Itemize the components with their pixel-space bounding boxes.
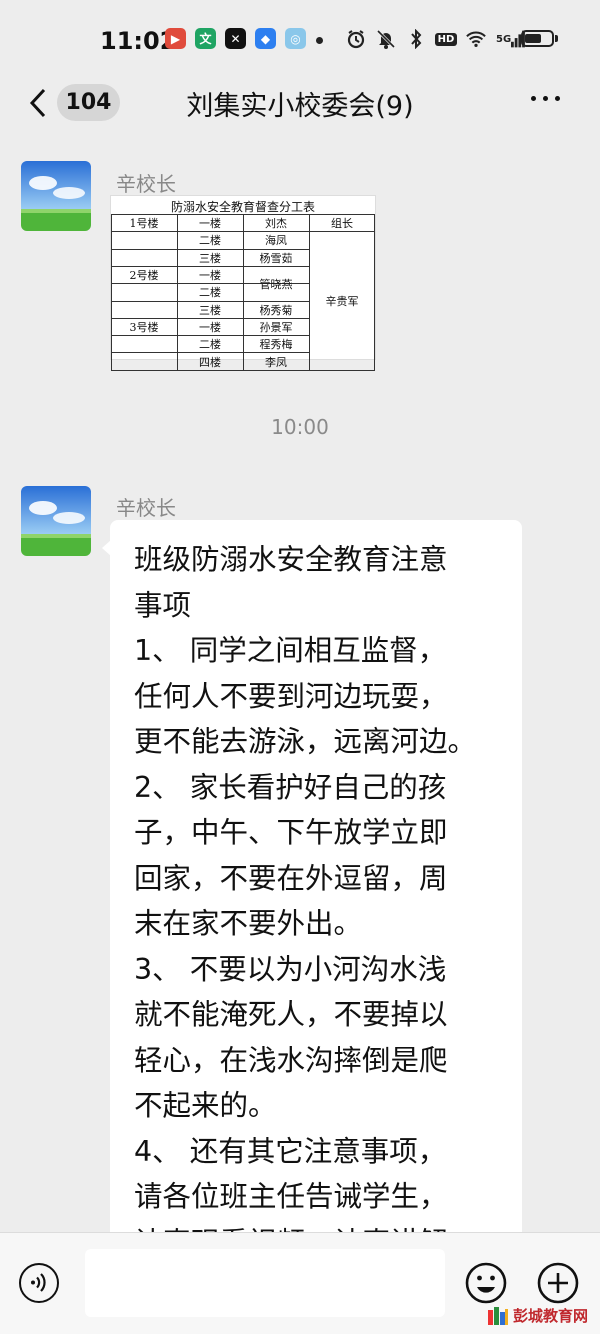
table-floor-cell: 四楼: [199, 355, 221, 369]
table-leader-cell: 辛贵军: [325, 295, 359, 308]
message-line: 末在家不要外出。: [134, 907, 363, 940]
table-column-line: [309, 214, 310, 370]
table-title: 防溺水安全教育督查分工表: [170, 200, 315, 214]
network-type-label: 5G: [496, 33, 512, 45]
message-timestamp: 10:00: [271, 415, 329, 439]
bluetooth-icon: [406, 28, 426, 50]
table-building-cell: 3号楼: [129, 320, 159, 334]
message-line: 事项: [134, 588, 192, 622]
message-line: 更不能去游泳，远离河边。: [134, 725, 477, 758]
table-header-cell: 1号楼: [129, 217, 159, 231]
table-floor-cell: 二楼: [199, 338, 221, 352]
more-dot: [543, 96, 548, 101]
more-notifications-dot: [316, 37, 323, 44]
system-icons: HD 5G: [346, 28, 526, 50]
image-message[interactable]: 防溺水安全教育督查分工表 1号楼 一楼 刘杰 组长 二楼 海凤 三楼 杨雪茹 2号楼 一楼 二楼 三楼…: [110, 195, 376, 371]
table-name-cell: 杨秀菊: [259, 303, 293, 317]
emoji-button[interactable]: [464, 1261, 508, 1305]
message-line: 班级防溺水安全教育注意: [134, 543, 448, 576]
voice-input-button[interactable]: [19, 1263, 59, 1303]
avatar-landscape-image: [21, 161, 91, 231]
message-line: 不起来的。: [134, 1089, 277, 1122]
message-line: 任何人不要到河边玩耍，: [134, 679, 448, 713]
more-dot: [555, 96, 560, 101]
table-floor-cell: 二楼: [199, 234, 221, 248]
table-floor-cell: 一楼: [199, 320, 221, 334]
message-line: 回家，不要在外逗留，周: [134, 861, 448, 895]
table-floor-cell: 一楼: [199, 269, 221, 283]
table-name-cell: 程秀梅: [259, 338, 293, 352]
table-floor-cell: 三楼: [199, 251, 221, 265]
site-watermark: 彭城教育网: [487, 1304, 588, 1326]
watermark-text: 彭城教育网: [513, 1306, 589, 1325]
table-merged-name-cell: 管晓燕: [259, 277, 293, 291]
table-name-cell: 海凤: [265, 234, 287, 248]
mute-bell-icon: [376, 28, 396, 50]
message-input[interactable]: [85, 1249, 445, 1317]
avatar-landscape-image: [21, 486, 91, 556]
status-bar: 11:02 ▶ 文 ✕ ◆ ◎ HD 5G: [0, 0, 600, 80]
message-line: 请各位班主任告诫学生，: [134, 1180, 448, 1213]
sender-avatar[interactable]: [21, 161, 91, 231]
table-name-cell: 孙景军: [259, 320, 293, 334]
table-header-cell: 刘杰: [265, 217, 287, 231]
table-column-line: [374, 214, 375, 370]
app-icon-video: ▶: [165, 28, 186, 49]
table-name-cell: 李凤: [265, 355, 287, 369]
plus-icon: [537, 1262, 579, 1304]
sender-name: 辛校长: [116, 496, 176, 520]
chevron-left-icon: [29, 88, 46, 118]
app-icon-capcut: ✕: [225, 28, 246, 49]
message-line: 子，中午、下午放学立即: [134, 816, 448, 849]
message-line: 轻心，在浅水沟摔倒是爬: [134, 1043, 448, 1077]
message-text: 班级防溺水安全教育注意 事项 1、 同学之间相互监督， 任何人不要到河边玩耍， 更不能去…: [134, 537, 514, 1265]
voice-icon: [31, 1273, 46, 1292]
hd-label: HD: [434, 32, 458, 46]
message-line: 就不能淹死人，不要掉以: [134, 998, 448, 1031]
table-header-cell: 组长: [331, 217, 353, 231]
books-logo-icon: [488, 1307, 508, 1325]
app-icon-wen: 文: [195, 28, 216, 49]
sender-name: 辛校长: [116, 172, 176, 196]
more-functions-button[interactable]: [536, 1261, 580, 1305]
hd-icon: HD: [434, 28, 458, 50]
table-column-line: [111, 214, 112, 370]
battery-icon: [521, 30, 554, 47]
smiley-icon: [465, 1262, 507, 1304]
battery-tip: [555, 35, 558, 42]
notification-app-icons: ▶ 文 ✕ ◆ ◎: [165, 28, 306, 49]
table-floor-cell: 三楼: [199, 303, 221, 317]
table-name-cell: 杨雪茹: [259, 251, 293, 265]
sender-avatar[interactable]: [21, 486, 91, 556]
table-row-line: [111, 369, 375, 371]
message-line: 4、 还有其它注意事项，: [134, 1134, 447, 1168]
alarm-icon: [346, 28, 366, 50]
table-floor-cell: 二楼: [199, 286, 221, 300]
message-line: 1、 同学之间相互监督，: [134, 634, 447, 667]
message-line: 2、 家长看护好自己的孩: [134, 770, 447, 804]
message-line: 3、 不要以为小河沟水浅: [134, 952, 447, 986]
more-options-button[interactable]: [531, 96, 560, 101]
chat-title: 刘集实小校委会(9): [186, 91, 414, 122]
back-button[interactable]: [26, 86, 56, 120]
app-icon-browser: ◎: [285, 28, 306, 49]
table-building-cell: 2号楼: [129, 269, 159, 283]
more-dot: [531, 96, 536, 101]
unread-count-badge[interactable]: 104: [57, 84, 120, 121]
chat-header: 104 刘集实小校委会(9): [0, 80, 600, 126]
table-header-cell: 一楼: [199, 217, 221, 231]
wifi-icon: [466, 28, 486, 50]
app-icon-map: ◆: [255, 28, 276, 49]
